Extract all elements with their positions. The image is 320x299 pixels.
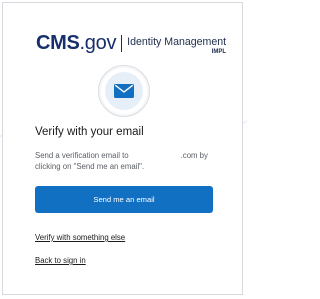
logo-cms-text: CMS xyxy=(36,32,80,54)
email-icon-ring xyxy=(98,65,150,117)
email-icon-circle xyxy=(105,72,143,110)
verify-with-something-else-link[interactable]: Verify with something else xyxy=(35,233,125,243)
logo-environment-label: IMPL xyxy=(211,49,227,55)
cms-gov-logo: CMS .gov Identity Management IMPL xyxy=(36,32,226,56)
description-text-part1: Send a verification email to xyxy=(35,151,129,160)
logo-divider xyxy=(121,35,123,52)
send-email-button[interactable]: Send me an email xyxy=(35,186,213,213)
verification-description: Send a verification email to .com by clic… xyxy=(35,151,225,172)
logo-dotgov-text: .gov xyxy=(79,32,117,54)
logo-product-name: Identity Management xyxy=(127,36,227,48)
page-title: Verify with your email xyxy=(35,126,144,138)
email-envelope-icon xyxy=(114,84,134,98)
back-to-sign-in-link[interactable]: Back to sign in xyxy=(35,256,86,266)
logo-product-block: Identity Management IMPL xyxy=(127,32,226,56)
page: CMS .gov Identity Management IMPL Verify… xyxy=(0,0,247,299)
